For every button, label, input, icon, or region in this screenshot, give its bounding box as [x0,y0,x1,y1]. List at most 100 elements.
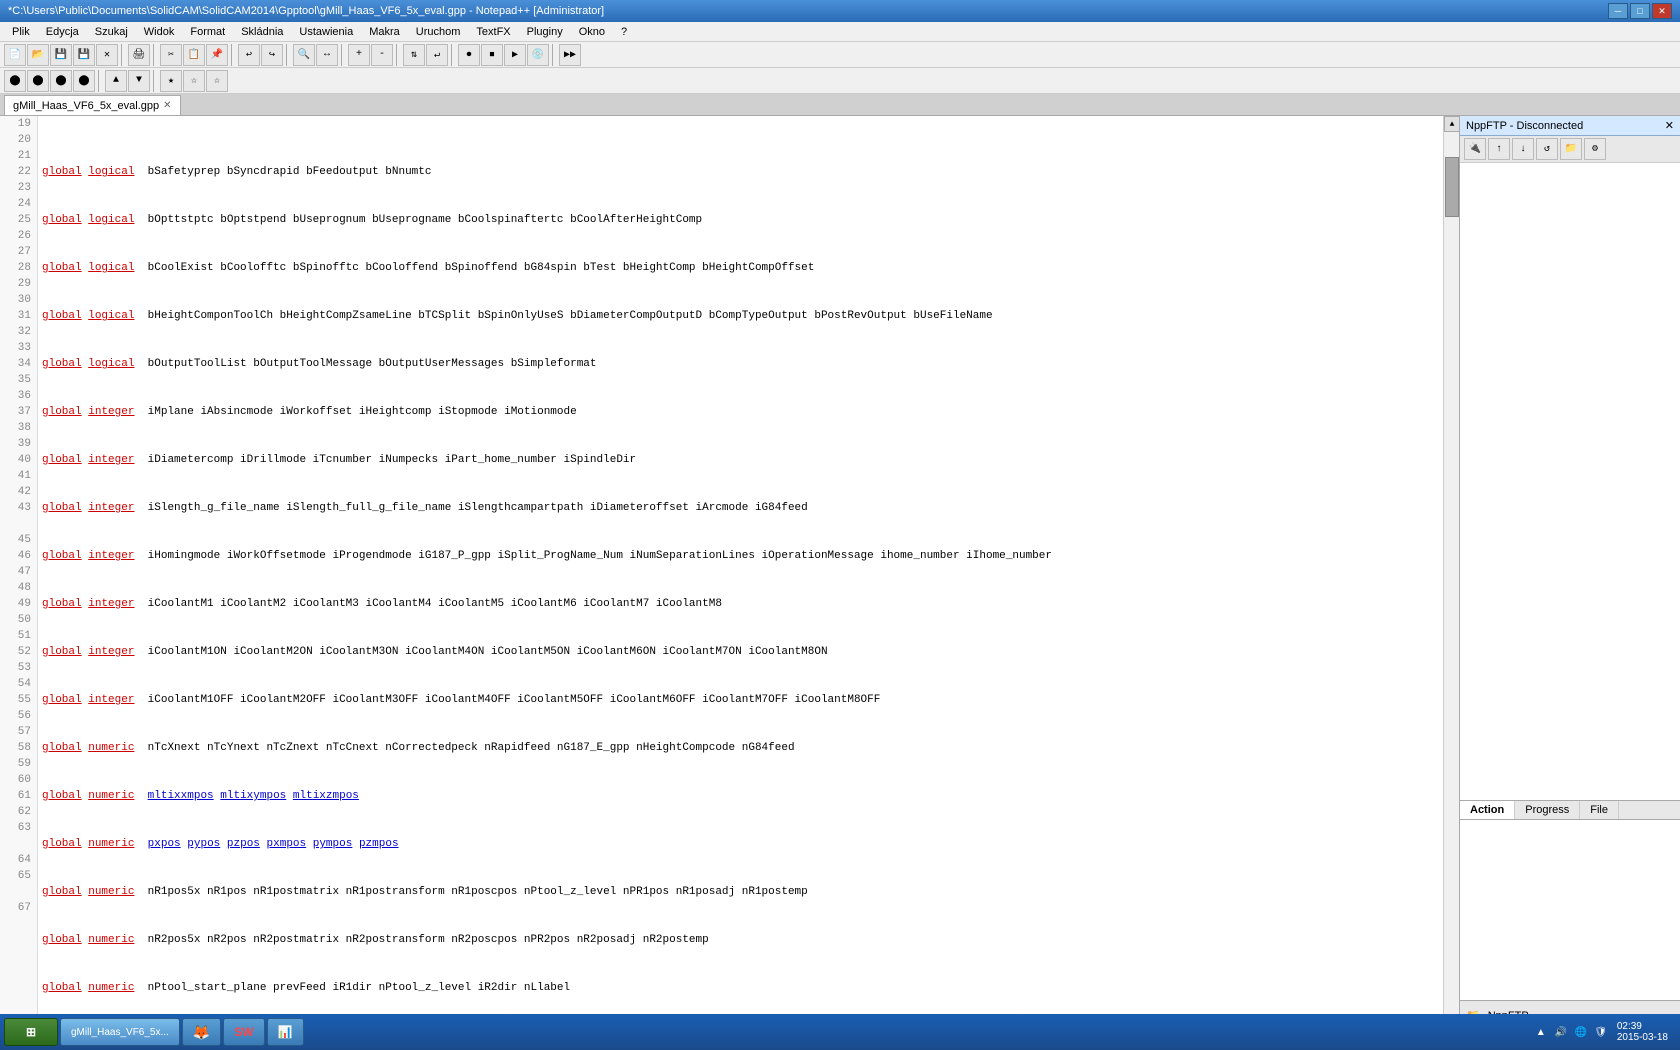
taskbar-firefox-button[interactable]: 🦊 [182,1018,221,1046]
macro-stop-button[interactable]: ⏹ [481,44,503,66]
menu-edycja[interactable]: Edycja [38,24,87,40]
tb2-btn6[interactable]: ▼ [128,70,150,92]
tray-sound-icon[interactable]: 🔊 [1553,1024,1569,1040]
code-line-36: global numeric nPtool_start_plane prevFe… [42,980,1439,996]
nppftp-content [1460,163,1680,800]
toolbar-1: 📄 📂 💾 💾 ✕ 🖨 ✂ 📋 📌 ↩ ↪ 🔍 ↔ + - ⇅ ↵ ⏺ ⏹ ▶ … [0,42,1680,68]
code-line-29: global integer iCoolantM1ON iCoolantM2ON… [42,644,1439,660]
run-button[interactable]: ▶▶ [559,44,581,66]
cut-button[interactable]: ✂ [160,44,182,66]
copy-button[interactable]: 📋 [183,44,205,66]
save-all-button[interactable]: 💾 [73,44,95,66]
menu-szukaj[interactable]: Szukaj [87,24,136,40]
tb2-btn1[interactable]: ⬤ [4,70,26,92]
separator-2 [153,44,157,66]
tray-network-icon[interactable]: 🌐 [1573,1024,1589,1040]
maximize-button[interactable]: □ [1630,3,1650,19]
tb2-btn9[interactable]: ☆ [206,70,228,92]
paste-button[interactable]: 📌 [206,44,228,66]
undo-button[interactable]: ↩ [238,44,260,66]
close-button[interactable]: ✕ [96,44,118,66]
scroll-up-button[interactable]: ▲ [1444,116,1459,132]
macro-save-button[interactable]: 💿 [527,44,549,66]
separator-10 [153,70,157,92]
editor-scrollbar[interactable]: ▲ ▼ [1443,116,1459,1030]
code-line-31: global numeric nTcXnext nTcYnext nTcZnex… [42,740,1439,756]
action-tab-action[interactable]: Action [1460,801,1515,819]
nppftp-close-icon[interactable]: ✕ [1665,119,1674,132]
taskbar-sw-button[interactable]: SW [223,1018,264,1046]
code-line-27: global integer iHomingmode iWorkOffsetmo… [42,548,1439,564]
code-line-33: global numeric pxpos pypos pzpos pxmpos … [42,836,1439,852]
separator-7 [451,44,455,66]
tb2-btn7[interactable]: ★ [160,70,182,92]
minimize-button[interactable]: ─ [1608,3,1628,19]
sync-scroll-button[interactable]: ⇅ [403,44,425,66]
code-line-25: global integer iDiametercomp iDrillmode … [42,452,1439,468]
open-button[interactable]: 📂 [27,44,49,66]
redo-button[interactable]: ↪ [261,44,283,66]
menu-ustawienia[interactable]: Ustawienia [291,24,361,40]
separator-9 [98,70,102,92]
taskbar-extra-button[interactable]: 📊 [267,1018,304,1046]
titlebar: *C:\Users\Public\Documents\SolidCAM\Soli… [0,0,1680,22]
code-line-22: global logical bHeightComponToolCh bHeig… [42,308,1439,324]
tab-main-file[interactable]: gMill_Haas_VF6_5x_eval.gpp ✕ [4,95,181,115]
code-area[interactable]: global logical bSafetyprep bSyncdrapid b… [38,116,1443,1030]
tab-label: gMill_Haas_VF6_5x_eval.gpp [13,100,159,112]
code-line-34: global numeric nR1pos5x nR1pos nR1postma… [42,884,1439,900]
menu-plik[interactable]: Plik [4,24,38,40]
tray-icon-1: ▲ [1533,1024,1549,1040]
tray-shield-icon[interactable]: 🛡 [1593,1024,1609,1040]
code-line-23: global logical bOutputToolList bOutputTo… [42,356,1439,372]
taskbar-notepad-button[interactable]: gMill_Haas_VF6_5x... [60,1018,180,1046]
menubar: Plik Edycja Szukaj Widok Format Skládnia… [0,22,1680,42]
start-button[interactable]: ⊞ [4,1018,58,1046]
action-tab-progress[interactable]: Progress [1515,801,1580,819]
menu-okno[interactable]: Okno [571,24,613,40]
replace-button[interactable]: ↔ [316,44,338,66]
code-line-21: global logical bCoolExist bCoolofftc bSp… [42,260,1439,276]
nppftp-header: NppFTP - Disconnected ✕ [1460,116,1680,136]
tb2-btn8[interactable]: ☆ [183,70,205,92]
macro-record-button[interactable]: ⏺ [458,44,480,66]
nppftp-btn5[interactable]: 📁 [1560,138,1582,160]
macro-play-button[interactable]: ▶ [504,44,526,66]
nppftp-btn6[interactable]: ⚙ [1584,138,1606,160]
menu-textfx[interactable]: TextFX [468,24,518,40]
toolbar-2: ⬤ ⬤ ⬤ ⬤ ▲ ▼ ★ ☆ ☆ [0,68,1680,94]
nppftp-connect-button[interactable]: 🔌 [1464,138,1486,160]
zoom-in-button[interactable]: + [348,44,370,66]
tb2-btn5[interactable]: ▲ [105,70,127,92]
separator-1 [121,44,125,66]
nppftp-title: NppFTP - Disconnected [1466,120,1583,132]
scroll-thumb[interactable] [1445,157,1459,217]
code-line-19: global logical bSafetyprep bSyncdrapid b… [42,164,1439,180]
zoom-out-button[interactable]: - [371,44,393,66]
action-panel: Action Progress File [1460,800,1680,1000]
nppftp-btn3[interactable]: ↓ [1512,138,1534,160]
print-button[interactable]: 🖨 [128,44,150,66]
tab-close-icon[interactable]: ✕ [163,100,171,111]
find-button[interactable]: 🔍 [293,44,315,66]
new-button[interactable]: 📄 [4,44,26,66]
menu-help[interactable]: ? [613,24,635,40]
menu-widok[interactable]: Widok [136,24,183,40]
tb2-btn4[interactable]: ⬤ [73,70,95,92]
menu-skladnia[interactable]: Skládnia [233,24,291,40]
close-button[interactable]: ✕ [1652,3,1672,19]
menu-uruchom[interactable]: Uruchom [408,24,469,40]
tb2-btn2[interactable]: ⬤ [27,70,49,92]
code-line-30: global integer iCoolantM1OFF iCoolantM2O… [42,692,1439,708]
code-line-20: global logical bOpttstptc bOptstpend bUs… [42,212,1439,228]
window-title: *C:\Users\Public\Documents\SolidCAM\Soli… [8,5,1608,17]
nppftp-btn2[interactable]: ↑ [1488,138,1510,160]
save-button[interactable]: 💾 [50,44,72,66]
nppftp-btn4[interactable]: ↺ [1536,138,1558,160]
action-tab-file[interactable]: File [1580,801,1619,819]
menu-pluginy[interactable]: Pluginy [519,24,571,40]
tb2-btn3[interactable]: ⬤ [50,70,72,92]
menu-makra[interactable]: Makra [361,24,408,40]
wrap-button[interactable]: ↵ [426,44,448,66]
menu-format[interactable]: Format [182,24,233,40]
